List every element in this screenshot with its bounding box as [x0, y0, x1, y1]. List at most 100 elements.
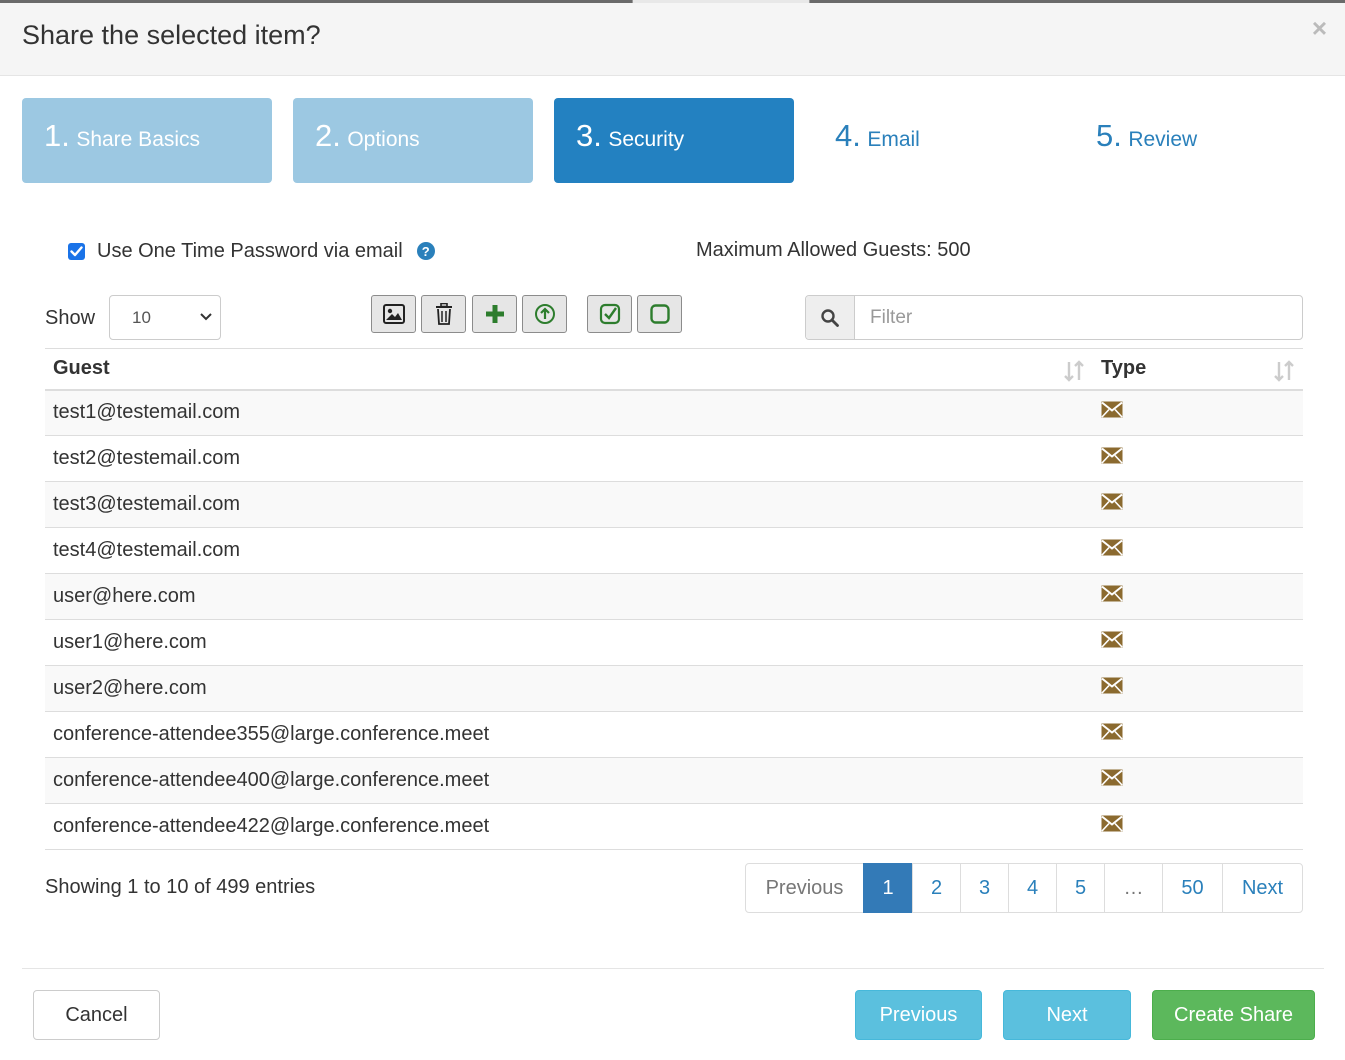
guest-type: [1093, 803, 1303, 850]
cancel-button[interactable]: Cancel: [33, 990, 160, 1040]
pagination-page-4[interactable]: 4: [1008, 863, 1057, 913]
delete-button[interactable]: [421, 295, 466, 333]
wizard-step-email[interactable]: 4. Email: [813, 98, 1053, 183]
check-square-icon: [599, 303, 620, 325]
guest-type: [1093, 665, 1303, 712]
table-row[interactable]: user1@here.com: [45, 619, 1303, 666]
pagination-ellipsis: …: [1104, 863, 1163, 913]
chevron-down-icon: [200, 313, 212, 321]
dialog-title: Share the selected item?: [22, 20, 321, 50]
table-row[interactable]: test4@testemail.com: [45, 527, 1303, 574]
select-all-button[interactable]: [587, 295, 632, 333]
guest-type: [1093, 619, 1303, 666]
filter-group: [805, 295, 1303, 340]
show-label: Show: [45, 307, 96, 329]
image-button[interactable]: [371, 295, 416, 333]
guests-table: Guest Type test1@testemail.com test2@test…: [45, 348, 1303, 850]
table-row[interactable]: user@here.com: [45, 573, 1303, 620]
step-label: Email: [867, 128, 920, 151]
table-row[interactable]: user2@here.com: [45, 665, 1303, 712]
table-info: Showing 1 to 10 of 499 entries: [45, 876, 316, 898]
table-row[interactable]: conference-attendee355@large.conference.…: [45, 711, 1303, 758]
guest-email: user@here.com: [45, 573, 1093, 620]
guest-type: [1093, 527, 1303, 574]
next-step-button[interactable]: Next: [1003, 990, 1131, 1040]
footer-divider: [22, 968, 1324, 969]
column-header-guest[interactable]: Guest: [45, 348, 1093, 391]
guest-type: [1093, 389, 1303, 436]
otp-option: Use One Time Password via email ?: [68, 237, 435, 265]
guest-email: user1@here.com: [45, 619, 1093, 666]
pagination-previous[interactable]: Previous: [745, 863, 864, 913]
table-row[interactable]: test3@testemail.com: [45, 481, 1303, 528]
filter-input[interactable]: [856, 296, 1300, 339]
table-header-row: Guest Type: [45, 348, 1303, 391]
wizard-steps: 1. Share Basics 2. Options 3. Security 4…: [22, 98, 1322, 184]
deselect-all-button[interactable]: [637, 295, 682, 333]
guest-email: user2@here.com: [45, 665, 1093, 712]
pagination-page-5[interactable]: 5: [1056, 863, 1105, 913]
envelope-icon: [1101, 769, 1123, 792]
page-size-select[interactable]: 10: [109, 295, 221, 340]
table-row[interactable]: conference-attendee400@large.conference.…: [45, 757, 1303, 804]
envelope-icon: [1101, 539, 1123, 562]
step-label: Security: [608, 128, 685, 151]
sort-icon: [1274, 360, 1294, 382]
max-guests-text: Maximum Allowed Guests: 500: [696, 239, 971, 261]
wizard-step-options[interactable]: 2. Options: [293, 98, 533, 183]
share-dialog: Share the selected item? × 1. Share Basi…: [0, 3, 1345, 1060]
column-header-type[interactable]: Type: [1093, 348, 1303, 391]
guest-type: [1093, 711, 1303, 758]
help-icon[interactable]: ?: [416, 242, 435, 260]
step-label: Share Basics: [76, 128, 201, 151]
wizard-step-review[interactable]: 5. Review: [1074, 98, 1314, 183]
table-row[interactable]: test2@testemail.com: [45, 435, 1303, 482]
pagination-page-3[interactable]: 3: [960, 863, 1009, 913]
square-icon: [649, 304, 670, 324]
upload-circle-icon: [534, 304, 555, 324]
pagination-next[interactable]: Next: [1222, 863, 1303, 913]
envelope-icon: [1101, 815, 1123, 838]
close-icon[interactable]: ×: [1312, 15, 1327, 41]
column-header-label: Type: [1101, 357, 1147, 380]
table-row[interactable]: test1@testemail.com: [45, 389, 1303, 436]
envelope-icon: [1101, 447, 1123, 470]
guest-email: test3@testemail.com: [45, 481, 1093, 528]
add-guest-button[interactable]: [472, 295, 517, 333]
envelope-icon: [1101, 401, 1123, 424]
create-share-button[interactable]: Create Share: [1152, 990, 1315, 1040]
guest-email: conference-attendee422@large.conference.…: [45, 803, 1093, 850]
otp-checkbox[interactable]: [68, 242, 85, 260]
previous-step-button[interactable]: Previous: [855, 990, 982, 1040]
step-number: 1.: [44, 118, 70, 153]
envelope-icon: [1101, 493, 1123, 516]
step-number: 3.: [576, 118, 602, 153]
pagination-page-50[interactable]: 50: [1162, 863, 1223, 913]
guest-type: [1093, 481, 1303, 528]
step-number: 2.: [315, 118, 341, 153]
envelope-icon: [1101, 631, 1123, 654]
dialog-header: Share the selected item? ×: [0, 3, 1345, 76]
guest-email: conference-attendee400@large.conference.…: [45, 757, 1093, 804]
guest-email: test4@testemail.com: [45, 527, 1093, 574]
table-row[interactable]: conference-attendee422@large.conference.…: [45, 803, 1303, 850]
step-number: 5.: [1096, 118, 1122, 153]
step-number: 4.: [835, 118, 861, 153]
wizard-step-security[interactable]: 3. Security: [554, 98, 794, 183]
otp-label[interactable]: Use One Time Password via email: [97, 240, 403, 263]
table-controls: Show 10: [45, 295, 1303, 345]
step-label: Review: [1128, 128, 1198, 151]
wizard-step-share-basics[interactable]: 1. Share Basics: [22, 98, 272, 183]
guest-email: test2@testemail.com: [45, 435, 1093, 482]
column-header-label: Guest: [53, 357, 110, 380]
trash-icon: [435, 303, 452, 325]
page-size-value: 10: [132, 308, 151, 327]
envelope-icon: [1101, 585, 1123, 608]
pagination-page-1[interactable]: 1: [863, 863, 913, 913]
search-icon: [806, 296, 855, 339]
pagination-page-2[interactable]: 2: [912, 863, 961, 913]
image-icon: [382, 304, 405, 324]
upload-button[interactable]: [522, 295, 567, 333]
step-label: Options: [347, 128, 420, 151]
guest-email: test1@testemail.com: [45, 389, 1093, 436]
